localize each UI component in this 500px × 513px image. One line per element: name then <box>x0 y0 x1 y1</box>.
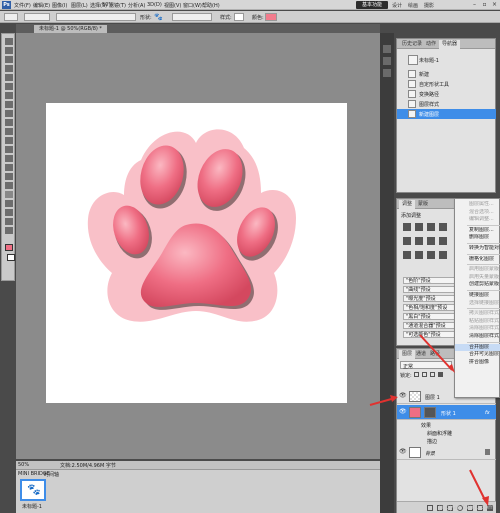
arrow-to-layer <box>369 395 398 406</box>
arrow-to-trash <box>469 469 489 506</box>
annotation-arrows <box>369 334 489 506</box>
watermark-text: jingyan.baidu.com <box>438 504 494 511</box>
arrow-to-merge-item <box>419 334 455 373</box>
